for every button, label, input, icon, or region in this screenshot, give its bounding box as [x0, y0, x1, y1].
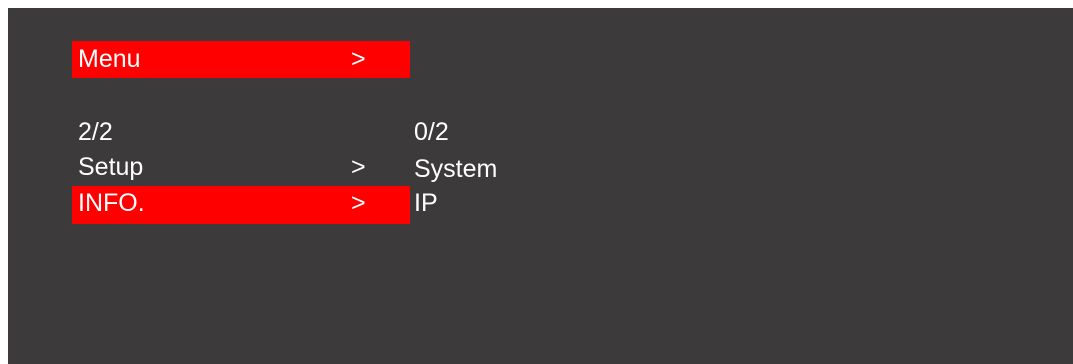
left-page-indicator: 2/2 [78, 118, 113, 146]
osd-menu-panel: Menu > 2/2 Setup > INFO. > 0/2 System IP [8, 8, 1073, 364]
submenu-item-ip[interactable]: IP [414, 189, 438, 217]
menu-item-info[interactable]: INFO. > [72, 186, 410, 224]
menu-item-label: Setup [78, 153, 144, 181]
right-page-indicator: 0/2 [414, 118, 449, 146]
submenu-item-system[interactable]: System [414, 155, 497, 183]
menu-header-arrow-icon: > [351, 45, 366, 73]
menu-item-label: INFO. [78, 189, 145, 217]
menu-item-setup[interactable]: Setup > [72, 150, 410, 184]
menu-header[interactable]: Menu > [72, 41, 410, 78]
menu-title: Menu [78, 45, 141, 73]
submenu-arrow-icon: > [351, 189, 366, 217]
submenu-arrow-icon: > [351, 153, 366, 181]
